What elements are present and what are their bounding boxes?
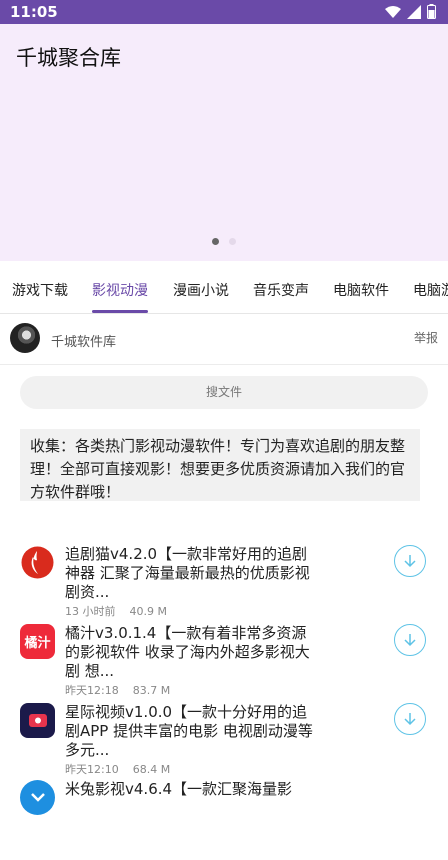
file-time: 昨天12:10 [65,763,119,776]
download-arrow-icon [404,555,416,568]
file-title: 星际视频v1.0.0【一款十分好用的追剧APP 提供丰富的电影 电视剧动漫等多元… [65,703,313,759]
tab-label: 漫画小说 [173,283,229,299]
battery-icon [427,4,436,19]
download-arrow-icon [404,634,416,647]
status-time: 11:05 [10,3,58,21]
carousel-dot-active[interactable] [212,238,219,245]
download-button[interactable] [394,624,426,656]
file-title: 橘汁v3.0.1.4【一款有着非常多资源的影视软件 收录了海内外超多影视大剧 想… [65,624,310,680]
file-title: 追剧猫v4.2.0【一款非常好用的追剧神器 汇聚了海量最新最热的优质影视剧资..… [65,545,310,601]
file-size: 68.4 M [132,763,171,776]
file-time: 昨天12:18 [65,684,119,697]
rabbit-app-icon [20,780,55,815]
tab-label: 影视动漫 [92,283,148,299]
file-meta: 13 小时前 40.9 M [65,603,167,619]
tab-pc-games[interactable]: 电脑游 [413,261,448,313]
carousel-dot[interactable] [229,238,236,245]
status-bar: 11:05 [0,0,448,24]
tab-label: 游戏下载 [12,283,68,299]
tab-video-anime[interactable]: 影视动漫 [92,261,148,313]
download-button[interactable] [394,545,426,577]
flame-app-icon [20,545,55,580]
tab-label: 音乐变声 [253,283,309,299]
tab-pc-software[interactable]: 电脑软件 [333,261,389,313]
file-size: 40.9 M [129,605,167,618]
author-name[interactable]: 千城软件库 [51,331,116,350]
tab-games[interactable]: 游戏下载 [12,261,68,313]
tab-label: 电脑软件 [333,283,389,299]
tv-app-icon [20,703,55,738]
banner: 千城聚合库 [0,24,448,261]
file-meta: 昨天12:18 83.7 M [65,682,170,698]
wifi-icon [385,5,401,18]
tab-comics-novels[interactable]: 漫画小说 [173,261,229,313]
avatar[interactable] [10,323,40,353]
list-item[interactable]: 追剧猫v4.2.0【一款非常好用的追剧神器 汇聚了海量最新最热的优质影视剧资..… [0,545,448,625]
search-input[interactable]: 搜文件 [20,376,428,409]
signal-icon [407,4,421,19]
list-item[interactable]: 橘汁 橘汁v3.0.1.4【一款有着非常多资源的影视软件 收录了海内外超多影视大… [0,624,448,704]
page-title: 千城聚合库 [16,46,121,70]
list-item[interactable]: 米兔影视v4.6.4【一款汇聚海量影 [0,780,448,860]
tab-active-indicator [92,310,148,313]
report-button[interactable]: 举报 [414,329,438,346]
author-bar: 千城软件库 举报 [0,314,448,365]
tab-label: 电脑游 [413,283,448,299]
juzi-app-icon: 橘汁 [20,624,55,659]
download-button[interactable] [394,703,426,735]
download-arrow-icon [404,713,416,726]
file-title: 米兔影视v4.6.4【一款汇聚海量影 [65,780,293,798]
file-size: 83.7 M [132,684,171,697]
category-tabs: 游戏下载 影视动漫 漫画小说 音乐变声 电脑软件 电脑游 [0,261,448,314]
list-item[interactable]: 星际视频v1.0.0【一款十分好用的追剧APP 提供丰富的电影 电视剧动漫等多元… [0,703,448,783]
status-icons [385,4,436,19]
file-time: 13 小时前 [65,605,116,618]
collection-description: 收集：各类热门影视动漫软件！专门为喜欢追剧的朋友整理！全部可直接观影！想要更多优… [20,429,420,501]
file-meta: 昨天12:10 68.4 M [65,761,170,777]
carousel-indicator [0,238,448,245]
tab-music-voice[interactable]: 音乐变声 [253,261,309,313]
